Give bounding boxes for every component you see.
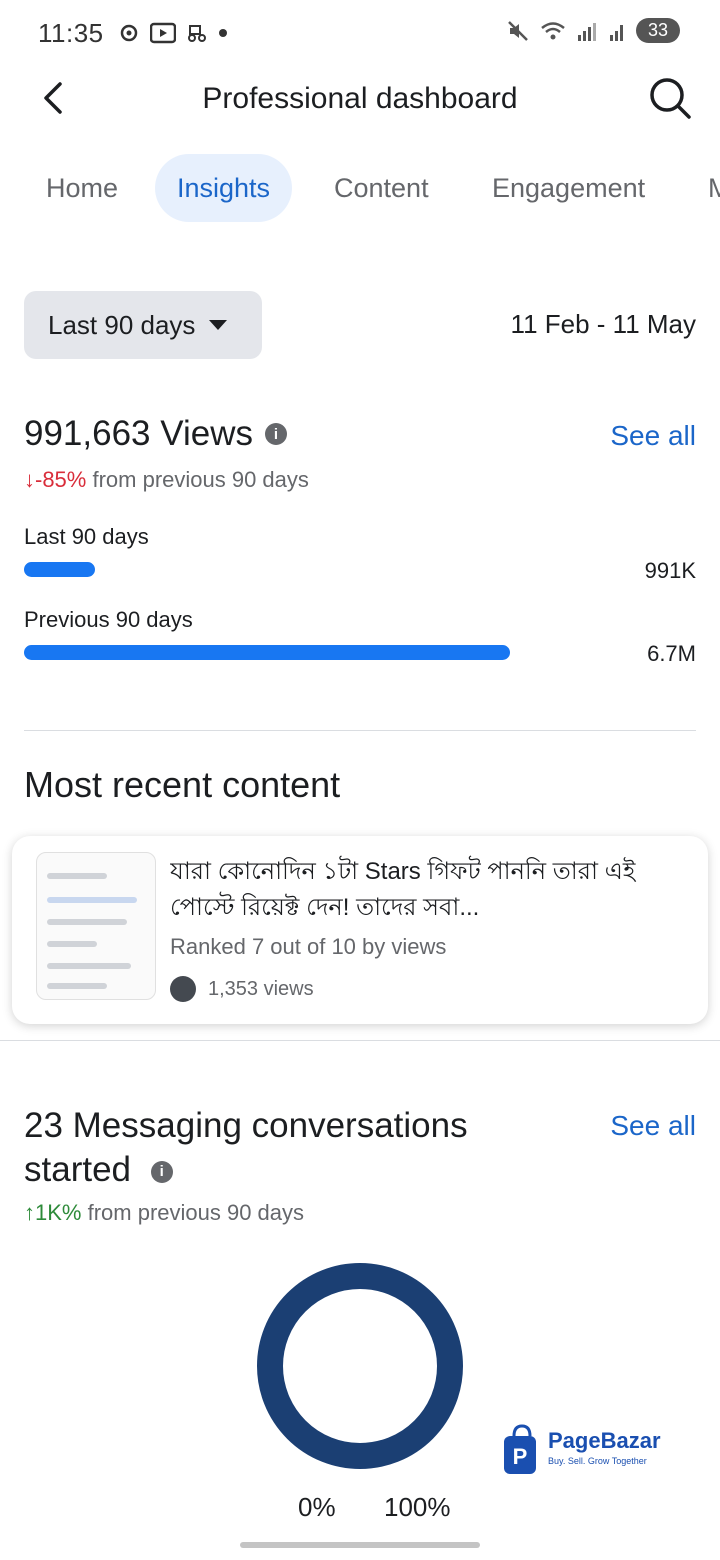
donut-label-left: 0%: [298, 1492, 336, 1522]
signal-icon: [577, 22, 596, 41]
bar-value-previous: 6.7M: [647, 641, 696, 666]
date-range-row: Last 90 days 11 Feb - 11 May: [24, 291, 696, 359]
recent-post-card[interactable]: যারা কোনোদিন ১টা Stars গিফট পাননি তারা এ…: [12, 836, 708, 1024]
date-range-dates: 11 Feb - 11 May: [510, 309, 696, 339]
tab-more[interactable]: M: [708, 154, 720, 222]
status-right-icons: 33: [506, 18, 680, 43]
section-divider-2: [0, 1040, 720, 1041]
messaging-heading: 23 Messaging conversations started i: [24, 1104, 544, 1192]
bar-label-previous: Previous 90 days: [24, 607, 193, 632]
views-see-all-link[interactable]: See all: [610, 420, 696, 452]
messaging-see-all-link[interactable]: See all: [610, 1110, 696, 1142]
post-rank: Ranked 7 out of 10 by views: [170, 934, 447, 959]
pagebazar-logo: P PageBazar Buy. Sell. Grow Together: [500, 1422, 690, 1478]
donut-ring: [257, 1263, 463, 1469]
messaging-change-suffix: from previous 90 days: [81, 1200, 305, 1225]
logo-tagline: Buy. Sell. Grow Together: [548, 1456, 647, 1466]
bar-label-last: Last 90 days: [24, 524, 149, 549]
date-range-dropdown[interactable]: Last 90 days: [24, 291, 262, 359]
bar-track-last: [24, 562, 624, 577]
pagebazar-logo-icon: P: [504, 1424, 536, 1474]
back-arrow-icon[interactable]: [38, 78, 68, 118]
bar-fill-previous: [24, 645, 510, 660]
signal-2-icon: [609, 24, 623, 41]
tractor-icon: [187, 25, 206, 42]
mute-icon: [508, 20, 528, 41]
views-change-suffix: from previous 90 days: [86, 467, 309, 492]
svg-text:P: P: [513, 1444, 528, 1469]
page-title: Professional dashboard: [202, 82, 518, 115]
battery-indicator: 33: [635, 18, 680, 43]
post-views-count: 1,353 views: [208, 977, 314, 1000]
post-thumbnail: [36, 852, 156, 1000]
status-notification-icons: [118, 22, 228, 44]
logo-name: PageBazar: [548, 1428, 661, 1453]
recent-content-title: Most recent content: [24, 764, 341, 805]
status-bar: 11:35 33: [0, 0, 720, 66]
tab-content[interactable]: Content: [334, 154, 429, 222]
views-change: ↓-85% from previous 90 days: [24, 467, 309, 493]
dot-icon: [218, 29, 227, 37]
settings-icon: [120, 24, 137, 42]
messaging-change: ↑1K% from previous 90 days: [24, 1200, 304, 1226]
app-header: Professional dashboard: [0, 66, 720, 132]
tab-home[interactable]: Home: [46, 154, 118, 222]
status-time: 11:35: [38, 17, 104, 48]
date-range-label: Last 90 days: [48, 309, 196, 340]
info-icon[interactable]: i: [264, 423, 287, 445]
section-divider: [24, 730, 696, 731]
views-title: 991,663 Views: [24, 414, 253, 453]
views-dot-icon: [170, 976, 196, 1002]
search-icon[interactable]: [646, 74, 694, 122]
bar-value-last: 991K: [644, 558, 696, 583]
post-views: 1,353 views: [170, 976, 314, 1002]
caret-down-icon: [209, 320, 228, 330]
tab-insights[interactable]: Insights: [155, 154, 293, 222]
bar-track-previous: [24, 645, 624, 660]
youtube-icon: [149, 22, 176, 44]
donut-label-right: 100%: [384, 1492, 451, 1522]
views-heading: 991,663 Views i: [24, 414, 287, 454]
messaging-title: 23 Messaging conversations started: [24, 1106, 468, 1189]
bar-fill-last: [24, 562, 96, 577]
tab-engagement[interactable]: Engagement: [492, 154, 645, 222]
messaging-donut-chart: [257, 1263, 463, 1469]
info-icon-messaging[interactable]: i: [150, 1160, 173, 1183]
post-title: যারা কোনোদিন ১টা Stars গিফট পাননি তারা এ…: [170, 858, 636, 921]
tab-bar: Home Insights Content Engagement M: [0, 150, 720, 226]
home-indicator[interactable]: [240, 1542, 480, 1548]
wifi-icon: [541, 21, 565, 39]
messaging-change-value: ↑1K%: [24, 1200, 82, 1225]
views-change-value: ↓-85%: [24, 467, 87, 492]
